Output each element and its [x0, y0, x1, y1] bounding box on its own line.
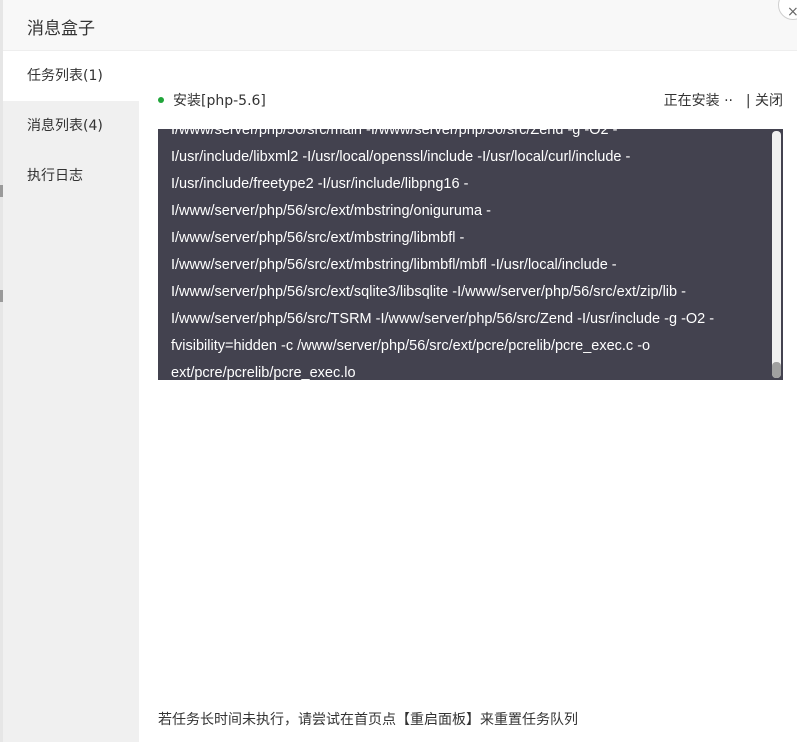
task-close-link[interactable]: | 关闭	[746, 91, 783, 111]
dialog-header: 消息盒子	[3, 0, 797, 51]
sidebar-item-message-list[interactable]: 消息列表(4)	[3, 101, 139, 151]
install-log-text: I/www/server/php/56/src/main -I/www/serv…	[171, 129, 715, 380]
close-icon: ×	[787, 4, 797, 20]
sidebar: 任务列表(1) 消息列表(4) 执行日志	[3, 51, 139, 742]
task-header: 安装[php-5.6] 正在安装 ·· | 关闭	[158, 91, 783, 111]
dialog-title: 消息盒子	[27, 19, 95, 39]
message-box-dialog: 消息盒子 × 任务列表(1) 消息列表(4) 执行日志 安装[php-5.6] …	[0, 0, 797, 742]
status-dot-icon	[158, 97, 164, 103]
task-title: 安装[php-5.6]	[173, 93, 266, 109]
sidebar-item-execution-log[interactable]: 执行日志	[3, 151, 139, 201]
task-queue-tip: 若任务长时间未执行，请尝试在首页点【重启面板】来重置任务队列	[158, 712, 578, 728]
sidebar-item-task-list[interactable]: 任务列表(1)	[3, 51, 139, 101]
console-scrollbar-thumb[interactable]	[772, 362, 781, 378]
task-list-panel: 安装[php-5.6] 正在安装 ·· | 关闭 I/www/server/ph…	[139, 51, 797, 742]
task-status: 正在安装 ··	[663, 93, 733, 109]
install-log-console[interactable]: I/www/server/php/56/src/main -I/www/serv…	[158, 129, 783, 380]
console-scrollbar[interactable]	[772, 131, 781, 378]
